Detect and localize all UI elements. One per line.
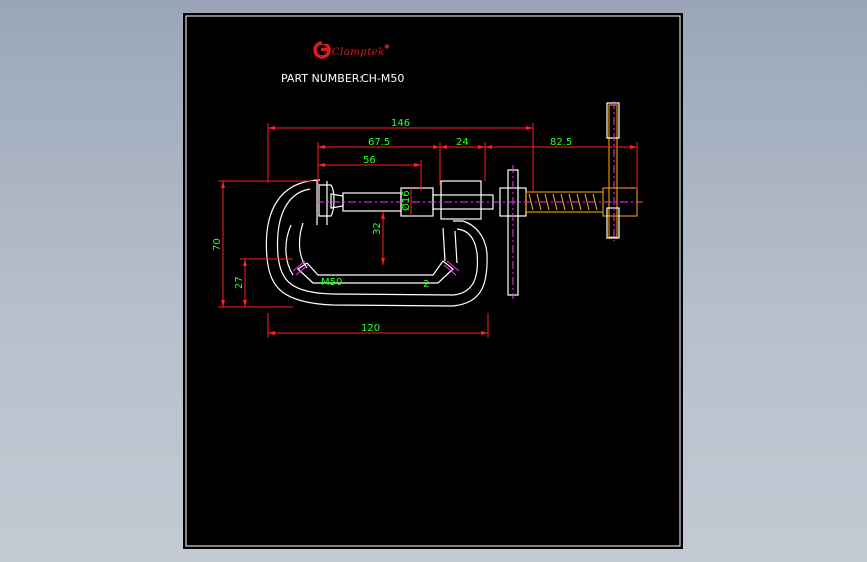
screw-body (342, 169, 527, 296)
cad-viewport: Clamptek ✱ PART NUMBER: CH-M50 146 67.5 … (0, 0, 867, 562)
dimension-arrows (221, 126, 637, 335)
dim-handle-extension: 82.5 (550, 137, 572, 148)
brand-star-icon: ✱ (384, 43, 390, 51)
clamp-frame (265, 179, 488, 307)
dim-throat-depth: 32 (372, 222, 383, 235)
drawing-canvas: Clamptek ✱ PART NUMBER: CH-M50 146 67.5 … (185, 15, 681, 547)
frame-model-marking: M50 (321, 277, 342, 288)
centerlines (316, 101, 643, 299)
frame-number-marking: 2 (423, 279, 429, 290)
dim-overall-height: 70 (212, 238, 223, 251)
dim-lower-height: 27 (234, 276, 245, 289)
drawing-sheet: Clamptek ✱ PART NUMBER: CH-M50 146 67.5 … (183, 13, 683, 549)
threaded-section (525, 104, 638, 238)
brand-name: Clamptek (332, 47, 385, 58)
sheet-border (185, 15, 681, 547)
dim-screw-reach: 67.5 (368, 137, 390, 148)
part-number-label: PART NUMBER: (281, 72, 363, 85)
logo-g-bar (321, 48, 330, 51)
dim-boss-length: 24 (456, 137, 469, 148)
dim-jaw-depth: 56 (363, 155, 376, 166)
part-number-value: CH-M50 (361, 72, 404, 85)
jaw-pad (318, 184, 344, 217)
brand-logo: Clamptek ✱ (313, 40, 390, 59)
dim-overall-length: 146 (391, 118, 410, 129)
dim-frame-width: 120 (361, 323, 380, 334)
dim-diameter: Ø16 (400, 190, 412, 211)
